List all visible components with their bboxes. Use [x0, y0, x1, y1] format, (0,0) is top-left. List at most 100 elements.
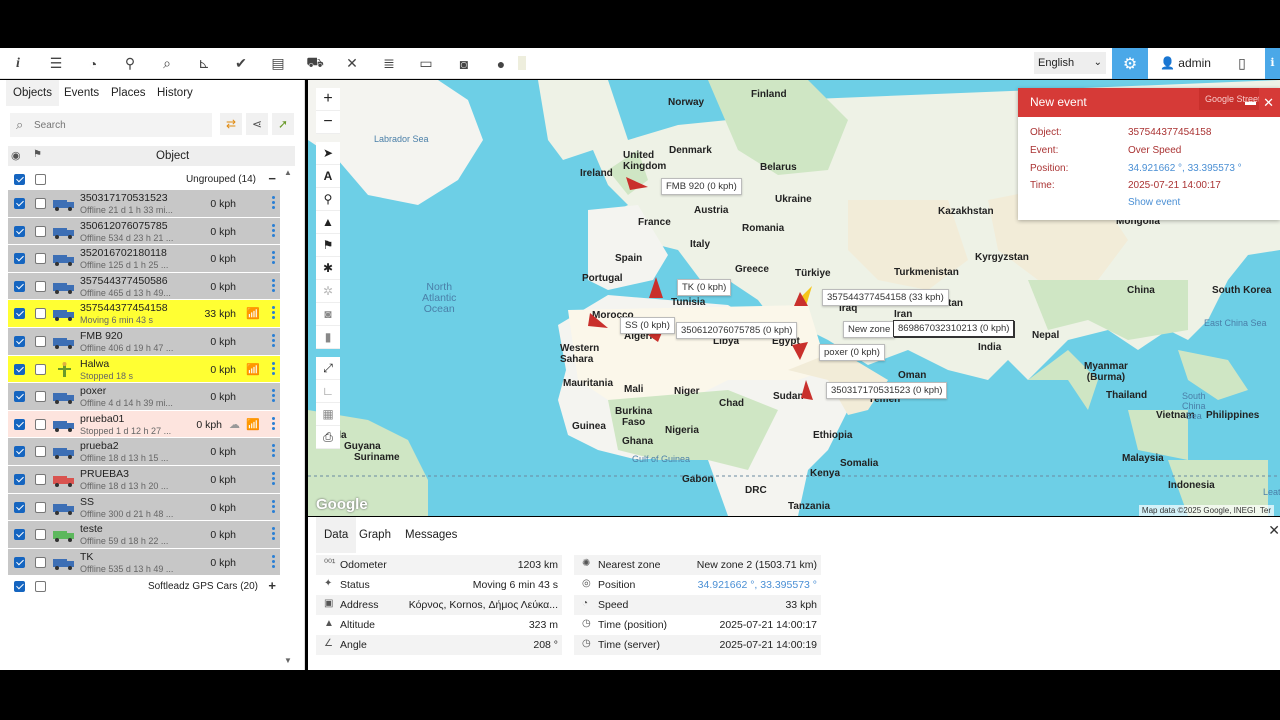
group-softleadz[interactable]: Softleadz GPS Cars (20) + [8, 577, 280, 597]
object-row[interactable]: 350317170531523 Offline 21 d 1 h 33 mi...… [8, 190, 280, 218]
tab-places[interactable]: Places [111, 80, 146, 106]
follow-checkbox[interactable] [35, 501, 46, 513]
scroll-down-icon[interactable]: ▼ [284, 656, 292, 665]
more-options-icon[interactable] [272, 333, 275, 348]
visible-checkbox[interactable] [14, 473, 25, 485]
visible-checkbox[interactable] [14, 418, 25, 430]
visible-checkbox[interactable] [14, 280, 25, 292]
tab-data[interactable]: Data [316, 517, 357, 553]
more-options-icon[interactable] [272, 527, 275, 541]
ruler-icon[interactable]: ∟ [316, 380, 340, 403]
visible-checkbox[interactable] [14, 556, 25, 568]
object-row[interactable]: FMB 920 Offline 406 d 19 h 47 ... 0 kph [8, 327, 280, 356]
object-row[interactable]: SS Offline 300 d 21 h 48 ... 0 kph [8, 493, 280, 522]
follow-checkbox[interactable] [35, 198, 46, 209]
collapse-icon[interactable]: − [268, 171, 276, 186]
object-row[interactable]: Halwa Stopped 18 s 0 kph 📶 [8, 355, 280, 384]
marker-label[interactable]: 350612076075785 (0 kph) [676, 322, 798, 339]
visible-checkbox[interactable] [14, 501, 25, 513]
position-link[interactable]: 34.921662 °, 33.395573 ° [698, 579, 817, 591]
chat-icon[interactable]: ● [489, 48, 513, 79]
more-options-icon[interactable] [272, 361, 275, 376]
close-icon[interactable]: ✕ [1268, 522, 1280, 539]
sliders-icon[interactable]: ☰ [44, 48, 68, 79]
location-pin-icon[interactable]: ⚲ [118, 48, 142, 79]
object-row[interactable]: 357544377454158 Moving 6 min 43 s 33 kph 📶 [8, 300, 280, 328]
visible-checkbox[interactable] [14, 198, 25, 209]
check-icon[interactable]: ✔ [229, 48, 253, 79]
book-icon[interactable]: ▤ [266, 48, 290, 79]
marker-label[interactable]: New zone [843, 321, 896, 338]
tab-history[interactable]: History [157, 80, 193, 106]
panel-toggle-button[interactable]: ℹ [1265, 48, 1280, 79]
visible-checkbox[interactable] [14, 308, 25, 320]
follow-checkbox[interactable] [35, 363, 46, 375]
more-options-icon[interactable] [272, 471, 275, 486]
camera-icon[interactable]: ◙ [452, 48, 476, 79]
group-follow-checkbox[interactable] [35, 174, 46, 185]
visible-checkbox[interactable] [14, 529, 25, 541]
follow-checkbox[interactable] [35, 253, 46, 265]
flag-icon[interactable]: ⚑ [316, 234, 340, 257]
zoom-in-icon[interactable]: + [316, 88, 340, 111]
more-options-icon[interactable] [272, 223, 275, 238]
visible-checkbox[interactable] [14, 335, 25, 347]
marker-label[interactable]: TK (0 kph) [677, 279, 732, 296]
object-row[interactable]: prueba01 Stopped 1 d 12 h 27 ... ☁ 0 kph 📶 [8, 410, 280, 439]
more-options-icon[interactable] [272, 251, 275, 265]
close-icon[interactable]: ✕ [1263, 88, 1274, 117]
visible-checkbox[interactable] [14, 253, 25, 265]
marker-label[interactable]: 350317170531523 (0 kph) [826, 382, 948, 399]
camera-icon[interactable]: ◙ [316, 303, 340, 326]
visible-checkbox[interactable] [14, 225, 25, 237]
dashboard-icon[interactable]: ◔ [81, 48, 105, 79]
visible-checkbox[interactable] [14, 363, 25, 375]
follow-checkbox[interactable] [35, 280, 46, 292]
car-icon[interactable]: ⛟ [303, 48, 327, 79]
tab-events[interactable]: Events [64, 80, 99, 106]
print-icon[interactable]: ⎙ [316, 426, 340, 449]
object-row[interactable]: prueba2 Offline 18 d 13 h 15 ... 0 kph [8, 438, 280, 466]
more-options-icon[interactable] [272, 196, 275, 210]
follow-checkbox[interactable] [35, 391, 46, 403]
follow-checkbox[interactable] [35, 308, 46, 320]
more-options-icon[interactable] [272, 416, 275, 431]
minimize-icon[interactable]: ▬ [1245, 88, 1256, 117]
group-follow-checkbox[interactable] [35, 581, 46, 592]
road-icon[interactable]: ▲ [316, 211, 340, 234]
more-options-icon[interactable] [272, 278, 275, 293]
show-event-link[interactable]: Show event [1128, 197, 1180, 208]
mobile-icon[interactable]: ▯ [1234, 48, 1250, 79]
search-icon[interactable]: ⌕ [155, 48, 179, 79]
share-button[interactable]: ⋖ [246, 113, 268, 135]
expand-icon[interactable]: + [268, 578, 276, 593]
object-row[interactable]: 352016702180118 Offline 125 d 1 h 25 ... 0… [8, 245, 280, 273]
tab-graph[interactable]: Graph [359, 517, 391, 553]
tab-messages[interactable]: Messages [405, 517, 457, 553]
more-options-icon[interactable] [272, 554, 275, 569]
fullscreen-icon[interactable]: ⤢ [316, 357, 340, 380]
marker-label[interactable]: poxer (0 kph) [819, 344, 885, 361]
reload-button[interactable]: ⇄ [220, 113, 242, 135]
info-icon[interactable]: i [6, 48, 30, 79]
follow-checkbox[interactable] [35, 225, 46, 237]
group-visible-checkbox[interactable] [14, 581, 25, 592]
navigate-icon[interactable]: ➤ [316, 142, 340, 165]
database-icon[interactable]: ≣ [377, 48, 401, 79]
tab-objects[interactable]: Objects [6, 80, 59, 106]
marker-label[interactable]: 357544377454158 (33 kph) [822, 289, 949, 306]
follow-checkbox[interactable] [35, 335, 46, 347]
search-input[interactable] [34, 117, 204, 133]
follow-checkbox[interactable] [35, 446, 46, 458]
tools-icon[interactable]: ✕ [340, 48, 364, 79]
object-row[interactable]: teste Offline 59 d 18 h 22 ... 0 kph [8, 521, 280, 549]
barrel-icon[interactable]: ▮ [316, 326, 340, 349]
code-icon[interactable]: ▭ [414, 48, 438, 79]
follow-checkbox[interactable] [35, 473, 46, 485]
follow-checkbox[interactable] [35, 556, 46, 568]
object-row[interactable]: 350612076075785 Offline 534 d 23 h 21 ...… [8, 217, 280, 246]
visible-checkbox[interactable] [14, 391, 25, 403]
object-row[interactable]: 357544377450586 Offline 465 d 13 h 49... 0… [8, 272, 280, 301]
list-scrollbar[interactable]: ▲ ▼ [283, 168, 295, 668]
marker-label[interactable]: 869867032310213 (0 kph) [893, 320, 1015, 337]
